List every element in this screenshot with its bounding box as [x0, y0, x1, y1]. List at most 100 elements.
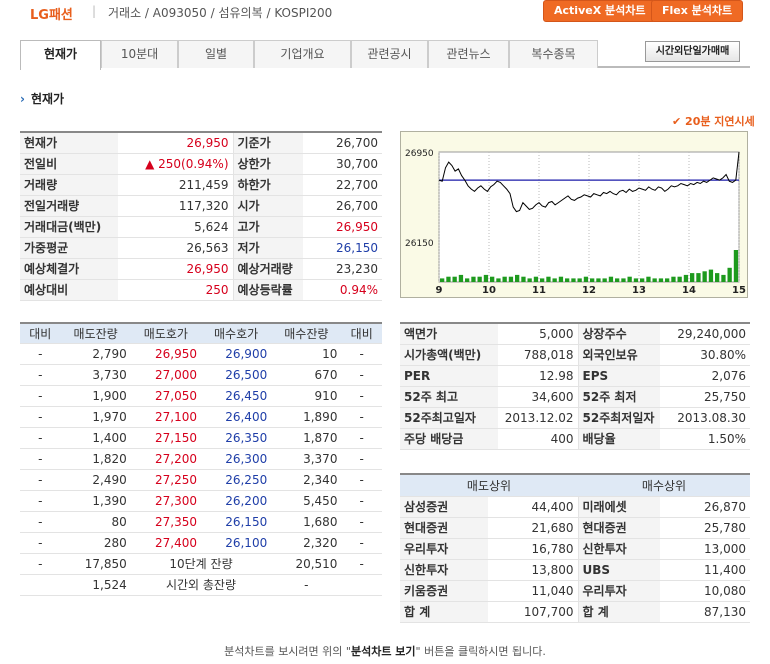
orderbook-cell: 1,970 [60, 406, 131, 428]
volume-bar [621, 278, 626, 282]
volume-bar [715, 273, 720, 282]
volume-bar [596, 278, 601, 282]
orderbook-cell: 10 [271, 343, 342, 365]
fundamentals-value: 34,600 [498, 386, 579, 408]
fundamentals-row: 시가총액(백만) 788,018 외국인보유 30.80% [400, 344, 750, 366]
quote-label: 저가 [233, 237, 303, 259]
orderbook-cell: - [341, 469, 382, 491]
orderbook-cell: 27,000 [130, 364, 201, 386]
orderbook-cell: - [20, 553, 61, 575]
company-name: LG패션 [30, 8, 73, 23]
orderbook-cell: - [20, 406, 61, 428]
quote-value: 26,700 [303, 195, 382, 217]
orderbook-header: 대비 [341, 323, 382, 344]
orderbook-row: -1,820 27,200 26,300 3,370- [20, 448, 382, 470]
orderbook-header: 매도호가 [130, 323, 201, 344]
orderbook-header: 대비 [20, 323, 61, 344]
tab-disclosure[interactable]: 관련공시 [351, 40, 428, 68]
volume-bar [608, 276, 614, 282]
volume-bar [615, 278, 620, 282]
volume-bar [677, 276, 682, 282]
quote-label: 시가 [233, 195, 303, 217]
quote-value: 23,230 [303, 258, 382, 280]
x-tick-label: 11 [532, 285, 546, 296]
orderbook-cell: - [341, 553, 382, 575]
orderbook-header: 매수호가 [200, 323, 272, 344]
orderbook-cell: - [341, 385, 382, 407]
orderbook-cell: 26,400 [200, 406, 272, 428]
orderbook-cell: 27,200 [130, 448, 201, 470]
orderbook-cell: 20,510 [271, 553, 342, 575]
breadcrumb: 거래소 / A093050 / 섬유의복 / KOSPI200 [108, 6, 333, 20]
broker-name: 현대증권 [400, 517, 488, 539]
footer-note-bold: 분석차트 보기 [350, 645, 416, 658]
fundamentals-label: 52주 최고 [400, 386, 498, 408]
tab-multi-stock[interactable]: 복수종목 [509, 40, 598, 68]
tab-current-price[interactable]: 현재가 [20, 40, 101, 70]
orderbook-cell: 1,820 [60, 448, 131, 470]
quote-row: 전일비 ▲ 250(0.94%) 상한가 30,700 [20, 153, 382, 175]
tab-10min[interactable]: 10분대 [101, 40, 178, 68]
orderbook-cell: 1,890 [271, 406, 342, 428]
orderbook-cell: 26,300 [200, 448, 272, 470]
volume-bar [552, 278, 557, 282]
tab-news[interactable]: 관련뉴스 [428, 40, 509, 68]
broker-name: UBS [578, 559, 660, 581]
tab-daily[interactable]: 일별 [178, 40, 254, 68]
broker-header: 매도상위 [400, 474, 578, 497]
quote-label: 가중평균 [20, 237, 118, 259]
broker-volume: 13,800 [488, 559, 579, 581]
quote-label: 전일비 [20, 153, 118, 175]
orderbook-cell: 17,850 [60, 553, 131, 575]
broker-volume: 25,780 [660, 517, 750, 539]
after-hours-trading-button[interactable]: 시간외단일가매매 [645, 41, 740, 62]
fundamentals-label: 상장주수 [578, 323, 660, 345]
quote-value: 26,700 [303, 132, 382, 154]
orderbook-cell: 2,790 [60, 343, 131, 365]
orderbook-cell: 27,250 [130, 469, 201, 491]
activex-chart-button[interactable]: ActiveX 분석차트 [543, 0, 657, 22]
orderbook-cell: - [20, 448, 61, 470]
orderbook-cell: 3,730 [60, 364, 131, 386]
orderbook-cell: 27,400 [130, 532, 201, 554]
fundamentals-value: 30.80% [660, 344, 750, 366]
quote-table: 현재가 26,950 기준가 26,700 전일비 ▲ 250(0.94%) 상한가 30,7… [20, 131, 382, 301]
quote-value: 26,150 [303, 237, 382, 259]
volume-bar [590, 278, 595, 282]
volume-bar [627, 276, 632, 282]
volume-bar [727, 267, 732, 282]
volume-bar [577, 278, 582, 282]
orderbook-cell: - [271, 574, 342, 596]
fundamentals-value: 25,750 [660, 386, 750, 408]
tab-company-overview[interactable]: 기업개요 [254, 40, 351, 68]
orderbook-cell [20, 574, 61, 596]
broker-volume: 44,400 [488, 496, 579, 518]
plot-area [438, 151, 740, 283]
volume-bar [471, 276, 476, 282]
orderbook-cell: 26,100 [200, 532, 272, 554]
fundamentals-value: 5,000 [498, 323, 579, 345]
orderbook-cell: 670 [271, 364, 342, 386]
quote-value: ▲ 250(0.94%) [118, 153, 234, 175]
volume-bar [440, 278, 445, 282]
quote-value: 5,624 [118, 216, 234, 238]
quote-label: 거래대금(백만) [20, 216, 118, 238]
delay-notice: ✔ 20분 지연시세 [672, 115, 755, 128]
volume-bar [665, 278, 670, 282]
volume-bar [458, 274, 464, 282]
broker-name: 미래에셋 [578, 496, 660, 518]
flex-chart-button[interactable]: Flex 분석차트 [651, 0, 744, 22]
fundamentals-label: 52주최저일자 [578, 407, 660, 429]
volume-bar [646, 276, 651, 282]
quote-label: 거래량 [20, 174, 118, 196]
volume-bar [690, 273, 695, 282]
quote-row: 거래대금(백만) 5,624 고가 26,950 [20, 216, 382, 238]
orderbook-cell: 26,500 [200, 364, 272, 386]
volume-bar [546, 276, 551, 282]
volume-bar [446, 276, 451, 282]
volume-bar [683, 274, 689, 282]
orderbook-cell: - [341, 364, 382, 386]
volume-bar [633, 278, 639, 282]
fundamentals-value: 2,076 [660, 365, 750, 387]
orderbook-cell: 27,050 [130, 385, 201, 407]
